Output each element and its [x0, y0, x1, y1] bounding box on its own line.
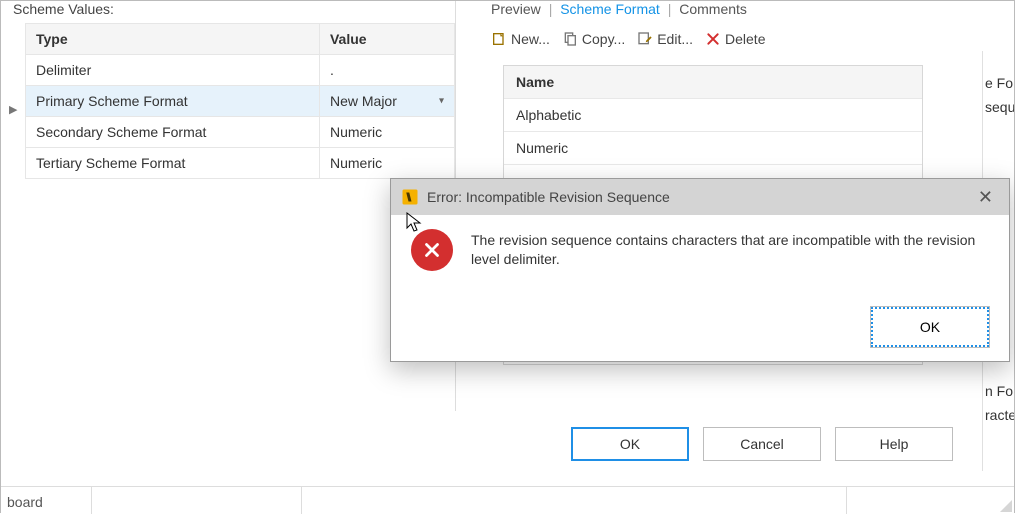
- type-cell: Tertiary Scheme Format: [26, 148, 320, 179]
- name-cell: Alphabetic: [504, 99, 922, 132]
- close-icon[interactable]: ✕: [972, 185, 999, 210]
- cancel-button[interactable]: Cancel: [703, 427, 821, 461]
- new-icon: [491, 31, 507, 47]
- tab-scheme-format[interactable]: Scheme Format: [560, 1, 660, 17]
- new-button[interactable]: New...: [491, 31, 550, 47]
- app-icon: [401, 188, 419, 206]
- dialog-message: The revision sequence contains character…: [471, 229, 989, 271]
- clip-text: racte: [983, 403, 1014, 427]
- delete-icon: [705, 31, 721, 47]
- row-indicator-icon: ▶: [9, 103, 17, 116]
- table-row[interactable]: Tertiary Scheme Format Numeric: [26, 148, 455, 179]
- help-button[interactable]: Help: [835, 427, 953, 461]
- list-item[interactable]: Numeric: [504, 132, 922, 165]
- status-bar: board: [1, 486, 1014, 514]
- scheme-values-table: Type Value Delimiter . Primary Scheme Fo…: [25, 23, 455, 179]
- dialog-title: Error: Incompatible Revision Sequence: [427, 189, 670, 205]
- delete-label: Delete: [725, 31, 765, 47]
- type-cell: Secondary Scheme Format: [26, 117, 320, 148]
- type-cell: Primary Scheme Format: [26, 86, 320, 117]
- type-cell: Delimiter: [26, 55, 320, 86]
- tab-strip: Preview | Scheme Format | Comments: [491, 1, 994, 17]
- edit-button[interactable]: Edit...: [637, 31, 693, 47]
- delete-button[interactable]: Delete: [705, 31, 765, 47]
- clip-text: sequ: [983, 95, 1014, 119]
- col-type-header[interactable]: Type: [26, 24, 320, 55]
- chevron-down-icon[interactable]: ▾: [439, 96, 444, 107]
- scheme-values-panel: Scheme Values: ▶ Type Value Delimiter . …: [1, 1, 456, 411]
- dialog-button-row: OK Cancel Help: [571, 427, 953, 461]
- name-cell: Numeric: [504, 132, 922, 165]
- tab-comments[interactable]: Comments: [679, 1, 747, 17]
- error-icon: [411, 229, 453, 271]
- col-value-header[interactable]: Value: [319, 24, 454, 55]
- error-dialog: Error: Incompatible Revision Sequence ✕ …: [390, 178, 1010, 362]
- tab-separator: |: [549, 1, 553, 17]
- clip-text: n Fo: [983, 379, 1014, 403]
- clip-text: e Fo: [983, 71, 1014, 95]
- value-cell[interactable]: .: [319, 55, 454, 86]
- edit-label: Edit...: [657, 31, 693, 47]
- toolbar: New... Copy... Edit... Delete: [491, 31, 994, 47]
- copy-icon: [562, 31, 578, 47]
- table-row[interactable]: Secondary Scheme Format Numeric: [26, 117, 455, 148]
- value-dropdown[interactable]: New Major ▾: [319, 86, 454, 117]
- list-item[interactable]: Alphabetic: [504, 99, 922, 132]
- dialog-titlebar[interactable]: Error: Incompatible Revision Sequence ✕: [391, 179, 1009, 215]
- tab-separator: |: [668, 1, 672, 17]
- tab-preview[interactable]: Preview: [491, 1, 541, 17]
- statusbar-text: board: [7, 494, 43, 510]
- table-row[interactable]: Delimiter .: [26, 55, 455, 86]
- resize-grip-icon[interactable]: [998, 498, 1012, 512]
- value-text: New Major: [330, 93, 397, 109]
- table-row[interactable]: Primary Scheme Format New Major ▾: [26, 86, 455, 117]
- value-cell[interactable]: Numeric: [319, 117, 454, 148]
- modal-ok-button[interactable]: OK: [871, 307, 989, 347]
- edit-icon: [637, 31, 653, 47]
- copy-button[interactable]: Copy...: [562, 31, 625, 47]
- copy-label: Copy...: [582, 31, 625, 47]
- new-label: New...: [511, 31, 550, 47]
- value-cell[interactable]: Numeric: [319, 148, 454, 179]
- name-header[interactable]: Name: [504, 66, 922, 99]
- scheme-values-label: Scheme Values:: [13, 1, 443, 17]
- ok-button[interactable]: OK: [571, 427, 689, 461]
